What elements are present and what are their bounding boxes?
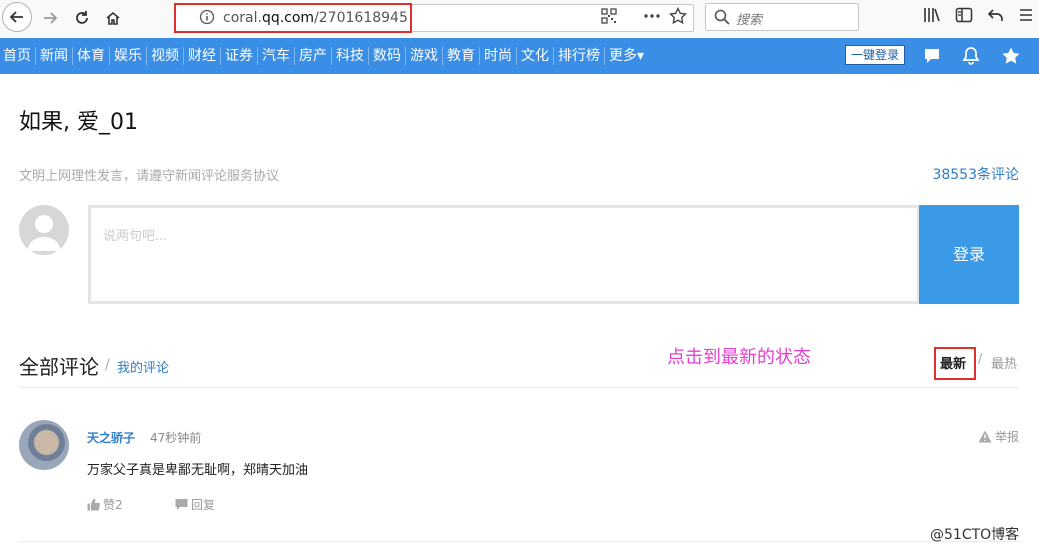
reply-label: 回复: [191, 498, 216, 512]
comment-notice: 文明上网理性发言，请遵守新闻评论服务协议: [19, 169, 280, 184]
report-button[interactable]: 举报: [978, 428, 1019, 445]
commenter-avatar[interactable]: [19, 420, 69, 470]
nav-item-games[interactable]: 游戏: [406, 47, 443, 65]
nav-item-ranking[interactable]: 排行榜: [554, 47, 605, 65]
home-icon: [106, 11, 120, 25]
site-navbar: 首页 新闻 体育 娱乐 视频 财经 证券 汽车 房产 科技 数码 游戏 教育 时…: [0, 38, 1039, 74]
my-comments-link[interactable]: 我的评论: [117, 357, 169, 376]
divider: [19, 541, 1019, 542]
back-button[interactable]: [2, 2, 32, 32]
sort-separator: /: [978, 352, 983, 367]
search-placeholder: 搜索: [736, 13, 763, 28]
comment-input[interactable]: 说两句吧...: [88, 205, 920, 304]
nav-item-video[interactable]: 视频: [147, 47, 184, 65]
undo-icon[interactable]: [987, 6, 1005, 28]
toolbar-right-icons: [923, 6, 1033, 28]
star-icon[interactable]: [1001, 46, 1021, 70]
forward-button[interactable]: [36, 4, 64, 32]
nav-items: 首页 新闻 体育 娱乐 视频 财经 证券 汽车 房产 科技 数码 游戏 教育 时…: [3, 47, 648, 65]
qr-code-icon[interactable]: [601, 8, 617, 28]
nav-item-stocks[interactable]: 证券: [221, 47, 258, 65]
default-avatar-icon: [27, 215, 61, 251]
more-dots-icon[interactable]: [643, 8, 661, 28]
arrow-left-icon: [9, 11, 23, 23]
search-bar[interactable]: 搜索: [705, 3, 859, 31]
reload-icon: [76, 11, 88, 24]
url-bar[interactable]: coral.qq.com/2701618945: [174, 4, 694, 32]
annotation-text: 点击到最新的状态: [667, 347, 811, 368]
report-label: 举报: [994, 430, 1019, 444]
browser-toolbar: coral.qq.com/2701618945 搜索: [0, 0, 1039, 39]
bell-icon[interactable]: [961, 46, 981, 70]
nav-item-entertainment[interactable]: 娱乐: [110, 47, 147, 65]
like-button[interactable]: 赞2: [87, 496, 123, 513]
nav-item-finance[interactable]: 财经: [184, 47, 221, 65]
url-text: coral.qq.com/2701618945: [223, 10, 408, 26]
nav-item-education[interactable]: 教育: [443, 47, 480, 65]
like-label: 赞2: [103, 498, 123, 512]
nav-item-more[interactable]: 更多▾: [605, 47, 648, 65]
sidebar-icon[interactable]: [955, 6, 973, 28]
library-icon[interactable]: [923, 6, 941, 28]
section-separator: /: [105, 357, 110, 373]
url-prefix: coral.: [223, 10, 262, 26]
reply-button[interactable]: 回复: [175, 496, 215, 513]
quick-login-button[interactable]: 一键登录: [845, 45, 905, 65]
watermark: @51CTO博客: [930, 527, 1020, 543]
bookmark-star-icon[interactable]: [668, 6, 688, 29]
nav-item-house[interactable]: 房产: [295, 47, 332, 65]
nav-item-fashion[interactable]: 时尚: [480, 47, 517, 65]
home-button[interactable]: [99, 4, 127, 32]
nav-item-home[interactable]: 首页: [3, 47, 36, 65]
nav-item-digital[interactable]: 数码: [369, 47, 406, 65]
nav-item-culture[interactable]: 文化: [517, 47, 554, 65]
info-icon[interactable]: [199, 9, 215, 29]
comment-input-placeholder: 说两句吧...: [103, 229, 168, 244]
menu-icon[interactable]: [1019, 6, 1033, 28]
avatar: [19, 205, 69, 255]
page-title: 如果, 爱_01: [19, 110, 138, 135]
login-submit-button[interactable]: 登录: [919, 205, 1019, 304]
reload-button[interactable]: [68, 4, 96, 32]
thumbs-up-icon: [87, 498, 100, 511]
speech-bubble-icon: [175, 499, 188, 510]
comment-timestamp: 47秒钟前: [150, 431, 202, 445]
warning-icon: [978, 430, 992, 443]
commenter-username[interactable]: 天之骄子: [87, 429, 135, 446]
divider: [19, 387, 1019, 388]
comment-count-link[interactable]: 38553条评论: [932, 164, 1019, 184]
nav-item-sports[interactable]: 体育: [73, 47, 110, 65]
nav-item-tech[interactable]: 科技: [332, 47, 369, 65]
nav-item-news[interactable]: 新闻: [36, 47, 73, 65]
url-bar-actions: [601, 6, 688, 29]
nav-item-auto[interactable]: 汽车: [258, 47, 295, 65]
search-icon: [714, 9, 730, 25]
all-comments-title: 全部评论: [19, 355, 99, 379]
sort-hot-tab[interactable]: 最热: [991, 353, 1017, 372]
message-icon[interactable]: [922, 46, 942, 70]
arrow-right-icon: [44, 12, 58, 24]
url-path: /2701618945: [314, 10, 408, 26]
url-domain: qq.com: [261, 10, 315, 26]
comment-text: 万家父子真是卑鄙无耻啊，郑晴天加油: [87, 463, 309, 478]
sort-highlight-box: [934, 347, 976, 380]
